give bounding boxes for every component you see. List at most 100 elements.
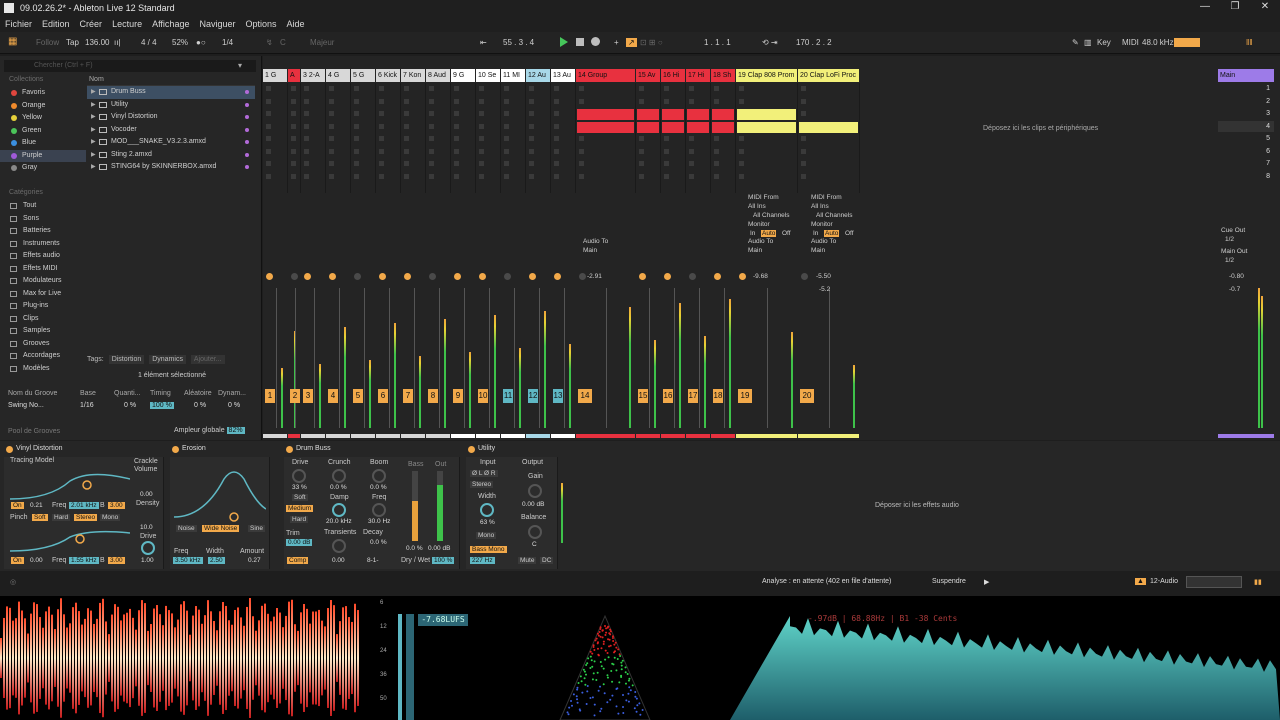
bass-value[interactable]: 0.0 % xyxy=(406,545,423,552)
follow-button[interactable]: Follow xyxy=(36,38,59,47)
category-clips[interactable]: Clips xyxy=(0,313,86,326)
clip-slot[interactable] xyxy=(739,98,744,104)
keyboard-icon[interactable]: ▥ xyxy=(1084,38,1092,47)
category-max-for-live[interactable]: Max for Live xyxy=(0,288,86,301)
volume-fader[interactable] xyxy=(438,288,440,428)
key-map-button[interactable]: Key xyxy=(1097,38,1111,47)
volume-fader[interactable] xyxy=(829,288,830,428)
clip[interactable] xyxy=(637,121,659,133)
clip-slot[interactable] xyxy=(689,173,694,179)
close-button[interactable]: ✕ xyxy=(1250,0,1280,16)
clip-slot[interactable] xyxy=(529,173,534,179)
volume-fader[interactable] xyxy=(723,288,725,428)
clip-slot[interactable] xyxy=(664,161,669,166)
scene[interactable]: 8 xyxy=(1218,171,1274,182)
automation-arm-icon[interactable]: ↗ xyxy=(626,38,637,47)
clip-slot[interactable] xyxy=(329,98,334,104)
clip-slot[interactable] xyxy=(504,98,509,104)
track-header[interactable]: 17 Hi xyxy=(686,69,710,82)
clip-slot[interactable] xyxy=(504,123,509,129)
drive-knob[interactable] xyxy=(292,469,306,483)
send-knob[interactable] xyxy=(579,273,586,280)
send-knob[interactable] xyxy=(739,273,746,280)
send-knob[interactable] xyxy=(454,273,461,280)
clip-slot[interactable] xyxy=(304,123,309,129)
track20-pan[interactable]: -5.2 xyxy=(819,286,830,293)
clip-slot[interactable] xyxy=(639,148,644,154)
stop-button[interactable] xyxy=(576,38,584,46)
cue-out-select[interactable]: 1/2 xyxy=(1225,236,1234,243)
track20-volume[interactable]: -5.50 xyxy=(816,273,831,280)
scene[interactable]: 7 xyxy=(1218,158,1274,169)
clip-slot[interactable] xyxy=(739,161,744,166)
track-activator[interactable]: 20 xyxy=(800,389,814,403)
record-button[interactable] xyxy=(591,37,600,46)
clip-slot[interactable] xyxy=(579,86,584,91)
volume-fader[interactable] xyxy=(648,288,650,428)
drive-knob[interactable] xyxy=(141,541,155,555)
mode-sine[interactable]: Sine xyxy=(248,525,266,532)
phase-invert[interactable]: Ø L Ø R xyxy=(470,470,498,477)
balance-value[interactable]: C xyxy=(532,541,537,548)
midi-channel-20[interactable]: All Channels xyxy=(816,212,853,219)
clip[interactable] xyxy=(737,109,796,120)
tracing-on-button[interactable]: On xyxy=(11,502,24,509)
crackle-density[interactable]: 10.0 xyxy=(140,524,153,531)
clip-slot[interactable] xyxy=(354,161,359,166)
volume-fader[interactable] xyxy=(463,288,465,428)
menu-naviguer[interactable]: Naviguer xyxy=(194,19,240,29)
clip-slot[interactable] xyxy=(454,86,459,91)
volume-fader[interactable] xyxy=(673,288,675,428)
clip-slot[interactable] xyxy=(689,161,694,166)
clip-slot[interactable] xyxy=(529,123,534,129)
out-value[interactable]: 0.00 dB xyxy=(428,545,450,552)
clip-slot[interactable] xyxy=(354,98,359,104)
clip-slot[interactable] xyxy=(266,148,271,154)
clip-slot[interactable] xyxy=(291,86,296,91)
file-item[interactable]: ▶ Utility xyxy=(87,99,255,112)
clip-slot[interactable] xyxy=(529,86,534,91)
boom-knob[interactable] xyxy=(372,469,386,483)
tracing-curve[interactable] xyxy=(10,469,130,503)
clip-slot[interactable] xyxy=(329,123,334,129)
midi-channel-19[interactable]: All Channels xyxy=(753,212,790,219)
clip-slot[interactable] xyxy=(266,111,271,116)
clip-slot[interactable] xyxy=(479,123,484,129)
monitor-auto-20[interactable]: Auto xyxy=(824,230,840,237)
file-item[interactable]: ▶ STING64 by SKINNERBOX.amxd xyxy=(87,161,255,174)
pinch-curve[interactable] xyxy=(10,525,130,555)
maximize-button[interactable]: ❐ xyxy=(1220,0,1250,16)
clip-slot[interactable] xyxy=(504,148,509,154)
track-header[interactable]: 9 G xyxy=(451,69,475,82)
crackle-volume[interactable]: 0.00 xyxy=(140,491,153,498)
file-item[interactable]: ▶ Drum Buss xyxy=(87,86,255,99)
play-button[interactable] xyxy=(560,37,568,47)
clip[interactable] xyxy=(687,109,709,120)
pinch-on-button[interactable]: On xyxy=(11,557,24,564)
minimize-button[interactable]: — xyxy=(1190,0,1220,16)
soft-button[interactable]: Soft xyxy=(292,494,308,501)
browser-search-input[interactable]: Chercher (Ctrl + F) xyxy=(4,60,256,72)
clip-slot[interactable] xyxy=(304,86,309,91)
tracing-b[interactable]: 3.00 xyxy=(108,502,125,509)
clip-slot[interactable] xyxy=(554,86,559,91)
quantize-menu[interactable]: 1/4 xyxy=(222,38,233,47)
boom-value[interactable]: 0.0 % xyxy=(370,484,387,491)
overdub-icon[interactable]: + xyxy=(614,38,619,47)
medium-button[interactable]: Medium xyxy=(286,505,314,512)
drive-value[interactable]: 1.00 xyxy=(141,557,154,564)
volume-fader[interactable] xyxy=(767,288,768,428)
clip-slot[interactable] xyxy=(739,173,744,179)
drum-buss-title[interactable]: Drum Buss xyxy=(284,445,460,455)
tag-add[interactable]: Ajouter... xyxy=(190,355,225,364)
clip-slot[interactable] xyxy=(304,173,309,179)
category-grooves[interactable]: Grooves xyxy=(0,338,86,351)
clip-slot[interactable] xyxy=(379,148,384,154)
track-header[interactable]: 12 Au xyxy=(526,69,550,82)
pinch-freq[interactable]: 1.55 kHz xyxy=(69,557,99,564)
volume-fader[interactable] xyxy=(338,288,340,428)
clip-slot[interactable] xyxy=(739,86,744,91)
track-header[interactable]: 15 Av xyxy=(636,69,660,82)
clip-slot[interactable] xyxy=(429,136,434,141)
volume-fader[interactable] xyxy=(363,288,365,428)
